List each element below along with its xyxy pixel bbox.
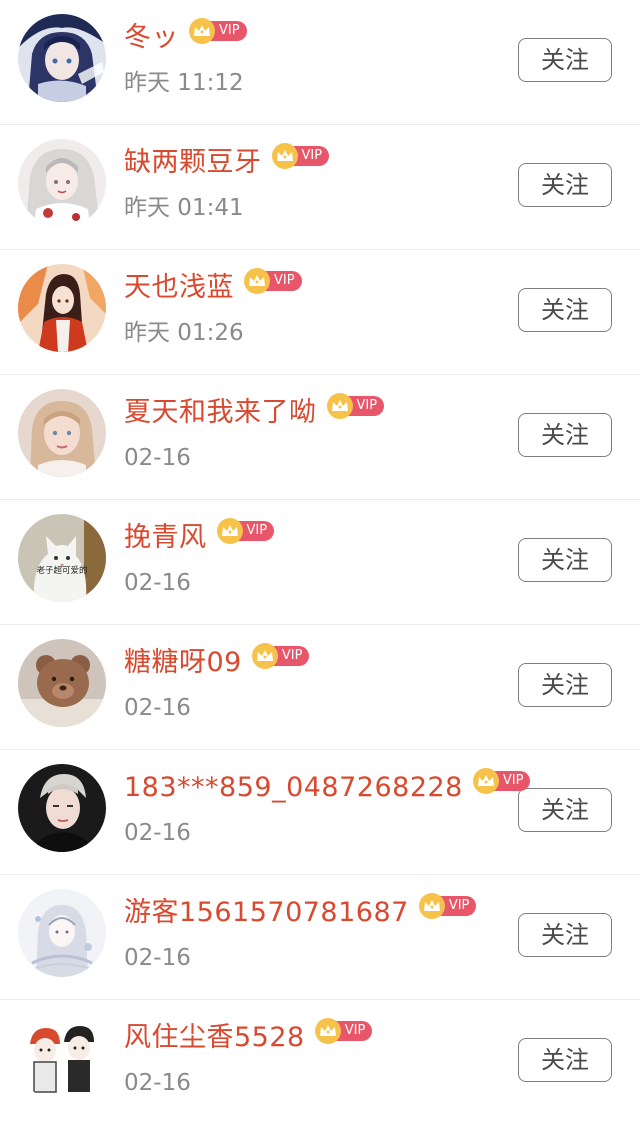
crown-icon (251, 643, 278, 669)
white-cat-avatar: 老子超可爱的 (18, 514, 106, 602)
user-name[interactable]: 游客1561570781687 (124, 893, 409, 933)
crown-icon (244, 268, 270, 294)
follow-button[interactable]: 关注 (518, 538, 612, 582)
follower-list: 冬ッ VIP 昨天 11:12 关注 缺两颗豆牙 VIP 昨天 01:41 关注… (0, 0, 640, 1129)
name-line: 游客1561570781687 VIP (124, 893, 477, 933)
list-item[interactable]: 冬ッ VIP 昨天 11:12 关注 (0, 0, 640, 125)
user-name[interactable]: 糖糖呀09 (124, 643, 242, 683)
follow-button[interactable]: 关注 (518, 38, 612, 82)
crown-icon (326, 393, 353, 419)
list-item[interactable]: 游客1561570781687 VIP 02-16 关注 (0, 875, 640, 1000)
avatar[interactable] (18, 389, 106, 477)
cartoon-couple-avatar (18, 1014, 106, 1102)
vip-badge: VIP (216, 518, 275, 544)
timestamp: 02-16 (124, 445, 191, 471)
list-item[interactable]: 缺两颗豆牙 VIP 昨天 01:41 关注 (0, 125, 640, 250)
avatar[interactable] (18, 1014, 106, 1102)
user-name[interactable]: 天也浅蓝 (124, 268, 234, 308)
user-name[interactable]: 冬ッ (124, 18, 179, 58)
avatar[interactable] (18, 139, 106, 227)
anime-girl-white-hair-avatar (18, 139, 106, 227)
user-name[interactable]: 挽青风 (124, 518, 207, 558)
timestamp: 昨天 11:12 (124, 70, 244, 96)
name-line: 夏天和我来了呦 VIP (124, 393, 385, 433)
list-item[interactable]: 风住尘香5528 VIP 02-16 关注 (0, 1000, 640, 1129)
avatar[interactable] (18, 639, 106, 727)
follow-button[interactable]: 关注 (518, 788, 612, 832)
list-item[interactable]: 183***859_0487268228 VIP 02-16 关注 (0, 750, 640, 875)
name-line: 天也浅蓝 VIP (124, 268, 302, 308)
vip-badge: VIP (472, 768, 531, 794)
follow-button[interactable]: 关注 (518, 163, 612, 207)
timestamp: 昨天 01:26 (124, 320, 244, 346)
list-item[interactable]: 糖糖呀09 VIP 02-16 关注 (0, 625, 640, 750)
list-item[interactable]: 夏天和我来了呦 VIP 02-16 关注 (0, 375, 640, 500)
follow-button[interactable]: 关注 (518, 913, 612, 957)
crown-icon (472, 768, 499, 794)
timestamp: 02-16 (124, 945, 191, 971)
vip-badge: VIP (271, 143, 330, 169)
user-name[interactable]: 风住尘香5528 (124, 1018, 305, 1058)
name-line: 挽青风 VIP (124, 518, 275, 558)
timestamp: 02-16 (124, 820, 191, 846)
man-portrait-avatar (18, 764, 106, 852)
avatar[interactable] (18, 764, 106, 852)
name-line: 183***859_0487268228 VIP (124, 768, 531, 808)
follow-button[interactable]: 关注 (518, 1038, 612, 1082)
timestamp: 02-16 (124, 695, 191, 721)
timestamp: 昨天 01:41 (124, 195, 244, 221)
crown-icon (189, 18, 215, 44)
user-name[interactable]: 183***859_0487268228 (124, 768, 463, 808)
follow-button[interactable]: 关注 (518, 663, 612, 707)
list-item[interactable]: 天也浅蓝 VIP 昨天 01:26 关注 (0, 250, 640, 375)
crown-icon (418, 893, 445, 919)
vip-badge: VIP (418, 893, 477, 919)
crown-icon (271, 143, 298, 169)
name-line: 缺两颗豆牙 VIP (124, 143, 330, 183)
vip-badge: VIP (244, 268, 302, 294)
anime-girl-orange-robe-avatar (18, 264, 106, 352)
crown-icon (314, 1018, 341, 1044)
avatar-caption: 老子超可爱的 (36, 565, 87, 576)
name-line: 冬ッ VIP (124, 18, 247, 58)
vip-badge: VIP (251, 643, 310, 669)
timestamp: 02-16 (124, 1070, 191, 1096)
follow-button[interactable]: 关注 (518, 288, 612, 332)
anime-girl-blue-avatar (18, 14, 106, 102)
avatar[interactable] (18, 889, 106, 977)
list-item[interactable]: 老子超可爱的 挽青风 VIP 02-16 关注 (0, 500, 640, 625)
girl-photo-avatar (18, 389, 106, 477)
teddy-bear-avatar (18, 639, 106, 727)
avatar[interactable] (18, 264, 106, 352)
sketch-girl-avatar (18, 889, 106, 977)
vip-badge: VIP (189, 18, 247, 44)
vip-badge: VIP (314, 1018, 373, 1044)
avatar[interactable] (18, 14, 106, 102)
crown-icon (216, 518, 243, 544)
user-name[interactable]: 缺两颗豆牙 (124, 143, 262, 183)
user-name[interactable]: 夏天和我来了呦 (124, 393, 317, 433)
vip-badge: VIP (326, 393, 385, 419)
timestamp: 02-16 (124, 570, 191, 596)
avatar[interactable]: 老子超可爱的 (18, 514, 106, 602)
follow-button[interactable]: 关注 (518, 413, 612, 457)
name-line: 糖糖呀09 VIP (124, 643, 310, 683)
name-line: 风住尘香5528 VIP (124, 1018, 373, 1058)
